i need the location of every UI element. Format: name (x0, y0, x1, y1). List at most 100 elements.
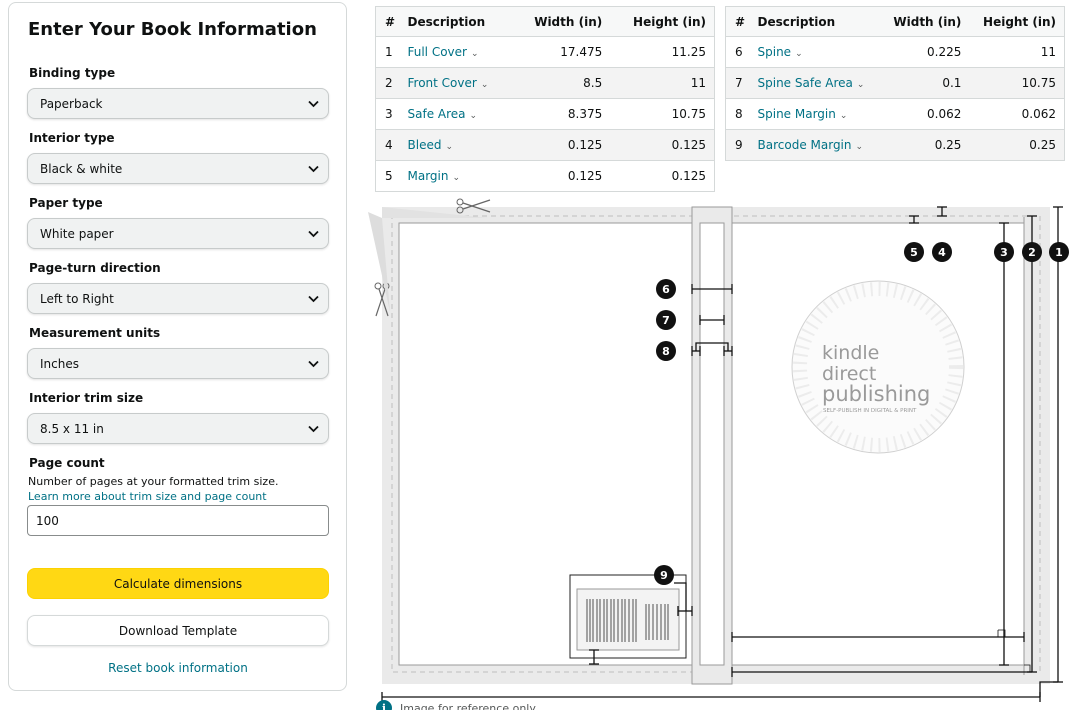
table-row: 6 Spine ⌄ 0.225 11 (725, 36, 1065, 68)
row-desc: Spine Safe Area (757, 76, 853, 90)
page-turn-label: Page-turn direction (29, 261, 161, 275)
calculate-dimensions-button[interactable]: Calculate dimensions (27, 568, 329, 599)
chevron-down-icon (308, 100, 319, 108)
logo-tagline: SELF-PUBLISH IN DIGITAL & PRINT (823, 408, 917, 414)
table-row: 5 Margin ⌄ 0.125 0.125 (375, 160, 715, 192)
row-desc-toggle[interactable]: Margin ⌄ (408, 169, 461, 183)
table-row: 7 Spine Safe Area ⌄ 0.1 10.75 (725, 67, 1065, 99)
col-num-header: # (725, 6, 750, 37)
marker-7-label: 7 (662, 314, 670, 327)
row-width: 0.062 (880, 98, 970, 130)
row-desc-toggle[interactable]: Spine Margin ⌄ (758, 107, 848, 121)
interior-type-select[interactable]: Black & white (27, 153, 329, 184)
page-count-help: Number of pages at your formatted trim s… (28, 475, 279, 488)
row-desc: Barcode Margin (757, 138, 852, 152)
units-select[interactable]: Inches (27, 348, 329, 379)
chevron-down-icon: ⌄ (452, 173, 461, 183)
row-num: 1 (375, 36, 400, 68)
row-height: 10.75 (610, 98, 715, 130)
table-row: 9 Barcode Margin ⌄ 0.25 0.25 (725, 129, 1065, 161)
chevron-down-icon: ⌄ (795, 49, 803, 59)
binding-type-select[interactable]: Paperback (27, 88, 329, 119)
units-label: Measurement units (29, 326, 161, 340)
row-desc-toggle[interactable]: Front Cover ⌄ (408, 76, 489, 90)
row-width: 0.25 (880, 129, 970, 161)
marker-6: 6 (656, 279, 676, 299)
col-desc-header: Description (749, 6, 881, 37)
trim-size-label: Interior trim size (29, 391, 144, 405)
chevron-down-icon (308, 425, 319, 433)
paper-type-select[interactable]: White paper (27, 218, 329, 249)
marker-2: 2 (1022, 242, 1042, 262)
row-num: 4 (375, 129, 400, 161)
chevron-down-icon: ⌄ (855, 142, 864, 152)
chevron-down-icon: ⌄ (469, 111, 478, 121)
row-desc-toggle[interactable]: Safe Area ⌄ (408, 107, 478, 121)
interior-type-label: Interior type (29, 131, 115, 145)
row-desc: Margin (407, 169, 449, 183)
row-width: 17.475 (512, 36, 611, 68)
trim-size-select[interactable]: 8.5 x 11 in (27, 413, 329, 444)
dimensions-table-1: # Description Width (in) Height (in) 1 F… (375, 6, 715, 192)
row-height: 0.062 (969, 98, 1065, 130)
table-row: 4 Bleed ⌄ 0.125 0.125 (375, 129, 715, 161)
row-desc: Spine Margin (757, 107, 836, 121)
row-num: 5 (375, 160, 400, 192)
row-num: 3 (375, 98, 400, 130)
reset-book-info-link[interactable]: Reset book information (27, 661, 329, 675)
dimensions-table-2: # Description Width (in) Height (in) 6 S… (725, 6, 1065, 161)
row-width: 0.125 (512, 129, 611, 161)
row-desc-toggle[interactable]: Barcode Margin ⌄ (758, 138, 864, 152)
row-desc: Safe Area (407, 107, 466, 121)
reference-note: i Image for reference only (376, 700, 536, 710)
row-height: 11.25 (610, 36, 715, 68)
marker-4-label: 4 (938, 246, 946, 259)
marker-1: 1 (1049, 242, 1069, 262)
page-turn-select[interactable]: Left to Right (27, 283, 329, 314)
row-height: 0.125 (610, 160, 715, 192)
marker-6-label: 6 (662, 283, 670, 296)
marker-3: 3 (994, 242, 1014, 262)
row-num: 9 (725, 129, 750, 161)
row-desc-toggle[interactable]: Full Cover ⌄ (408, 45, 479, 59)
row-width: 0.125 (512, 160, 611, 192)
table-row: 8 Spine Margin ⌄ 0.062 0.062 (725, 98, 1065, 130)
col-height-header: Height (in) (969, 6, 1065, 37)
marker-8-label: 8 (662, 345, 670, 358)
row-height: 10.75 (969, 67, 1065, 99)
chevron-down-icon: ⌄ (856, 80, 865, 90)
units-value: Inches (40, 356, 79, 371)
marker-4: 4 (932, 242, 952, 262)
row-desc-toggle[interactable]: Bleed ⌄ (408, 138, 454, 152)
chevron-down-icon (308, 165, 319, 173)
logo-line3: publishing (822, 382, 930, 406)
chevron-down-icon: ⌄ (470, 49, 479, 59)
row-height: 0.25 (969, 129, 1065, 161)
row-desc: Spine (757, 45, 792, 59)
kdp-logo: kindle direct publishing SELF-PUBLISH IN… (791, 280, 965, 454)
table-header-row: # Description Width (in) Height (in) (375, 6, 715, 37)
marker-8: 8 (656, 341, 676, 361)
paper-type-label: Paper type (29, 196, 103, 210)
page-count-input[interactable] (27, 505, 329, 536)
row-width: 8.375 (512, 98, 611, 130)
panel-title: Enter Your Book Information (28, 19, 317, 40)
reference-note-text: Image for reference only (400, 701, 536, 710)
row-num: 2 (375, 67, 400, 99)
table-row: 1 Full Cover ⌄ 17.475 11.25 (375, 36, 715, 68)
row-height: 11 (610, 67, 715, 99)
col-height-header: Height (in) (610, 6, 715, 37)
paper-type-value: White paper (40, 226, 114, 241)
marker-2-label: 2 (1028, 246, 1036, 259)
row-width: 0.1 (880, 67, 970, 99)
book-info-panel: Enter Your Book Information Binding type… (8, 2, 347, 691)
marker-5-label: 5 (910, 246, 918, 259)
download-template-button[interactable]: Download Template (27, 615, 329, 646)
interior-type-value: Black & white (40, 161, 123, 176)
row-desc-toggle[interactable]: Spine Safe Area ⌄ (758, 76, 865, 90)
row-height: 11 (969, 36, 1065, 68)
row-num: 8 (725, 98, 750, 130)
trim-size-help-link[interactable]: Learn more about trim size and page coun… (28, 490, 267, 503)
marker-9-label: 9 (660, 569, 668, 582)
row-desc-toggle[interactable]: Spine ⌄ (758, 45, 803, 59)
